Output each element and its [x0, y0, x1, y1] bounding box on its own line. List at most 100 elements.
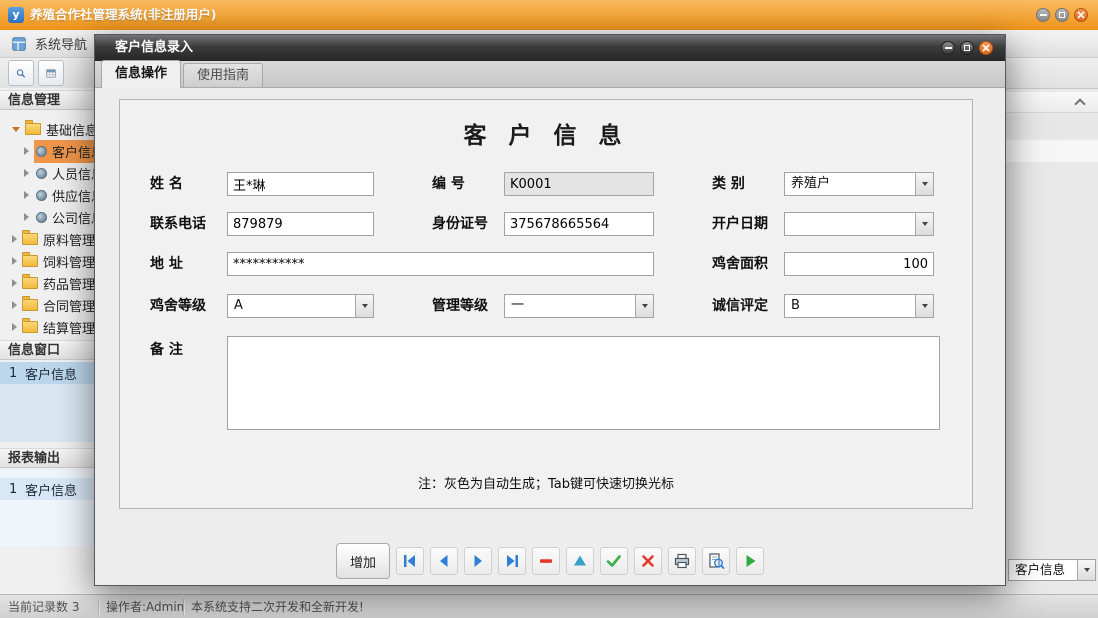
content-row-stripe [1006, 164, 1098, 186]
app-titlebar[interactable]: y 养殖合作社管理系统(非注册用户) [0, 0, 1098, 30]
close-icon [982, 44, 990, 52]
first-record-button[interactable] [396, 547, 424, 575]
search-button[interactable] [8, 60, 34, 86]
system-nav-label: 系统导航 [35, 34, 87, 53]
chevron-right-icon [24, 191, 29, 199]
run-icon [740, 551, 760, 571]
customer-form-panel: 客 户 信 息 姓 名 编 号 类 别 养殖户 联系电话 身份证号 开户日期 地… [119, 99, 973, 509]
next-record-icon [468, 551, 488, 571]
name-label: 姓 名 [150, 172, 183, 196]
minimize-icon [945, 47, 952, 49]
close-icon [1077, 11, 1085, 19]
gear-icon [36, 190, 47, 201]
content-row-stripe [1006, 116, 1098, 138]
chevron-right-icon [24, 213, 29, 221]
tab-info-operation[interactable]: 信息操作 [101, 60, 181, 88]
chevron-down-icon [922, 182, 928, 186]
remark-textarea[interactable] [227, 336, 940, 430]
dropdown-button[interactable] [915, 295, 933, 317]
dialog-maximize-button[interactable] [960, 41, 974, 55]
tree-item-label: 结算管理 [43, 318, 95, 337]
dropdown-button[interactable] [915, 213, 933, 235]
mgmt-grade-value: 一 [505, 295, 635, 317]
dropdown-button[interactable] [1077, 560, 1095, 580]
maximize-icon [1059, 12, 1065, 18]
edit-record-button[interactable] [566, 547, 594, 575]
idno-label: 身份证号 [432, 212, 488, 236]
dropdown-button[interactable] [355, 295, 373, 317]
tree-item-label: 基础信息 [46, 120, 98, 139]
chevron-down-icon [922, 222, 928, 226]
system-nav-button[interactable]: 系统导航 [10, 34, 87, 53]
coop-grade-select[interactable]: A [227, 294, 374, 318]
collapse-panel-button[interactable] [1072, 94, 1088, 110]
dialog-tabbar: 信息操作 使用指南 [95, 61, 1005, 88]
dialog-close-button[interactable] [979, 41, 993, 55]
preview-icon [706, 551, 726, 571]
maximize-button[interactable] [1055, 8, 1069, 22]
chevron-right-icon [24, 169, 29, 177]
printer-icon [672, 551, 692, 571]
category-label: 类 别 [712, 172, 745, 196]
close-button[interactable] [1074, 8, 1088, 22]
search-icon [15, 64, 27, 83]
credit-rating-value: B [785, 295, 915, 317]
status-operator: 操作者:Admin [106, 595, 184, 618]
confirm-button[interactable] [600, 547, 628, 575]
app-title: 养殖合作社管理系统(非注册用户) [30, 0, 216, 30]
folder-icon [22, 233, 38, 245]
chevron-right-icon [12, 301, 17, 309]
address-label: 地 址 [150, 252, 183, 276]
category-select[interactable]: 养殖户 [784, 172, 934, 196]
record-type-select[interactable]: 客户信息 [1008, 559, 1096, 581]
idno-input[interactable] [504, 212, 654, 236]
tab-user-guide[interactable]: 使用指南 [183, 63, 263, 87]
folder-icon [22, 299, 38, 311]
gear-icon [36, 146, 47, 157]
chevron-right-icon [12, 235, 17, 243]
form-title: 客 户 信 息 [120, 116, 972, 150]
last-record-icon [502, 551, 522, 571]
prev-record-icon [434, 551, 454, 571]
print-preview-button[interactable] [702, 547, 730, 575]
dropdown-button[interactable] [915, 173, 933, 195]
chevron-up-icon [1074, 98, 1085, 109]
open-date-select[interactable] [784, 212, 934, 236]
cancel-button[interactable] [634, 547, 662, 575]
tree-item-label: 合同管理 [43, 296, 95, 315]
category-value: 养殖户 [785, 173, 915, 195]
coop-area-input[interactable] [784, 252, 934, 276]
address-input[interactable] [227, 252, 654, 276]
chevron-right-icon [24, 147, 29, 155]
add-record-button[interactable]: 增加 [336, 543, 390, 579]
chevron-down-icon [1084, 568, 1090, 572]
minimize-button[interactable] [1036, 8, 1050, 22]
record-type-value: 客户信息 [1009, 560, 1077, 580]
prev-record-button[interactable] [430, 547, 458, 575]
name-input[interactable] [227, 172, 374, 196]
last-record-button[interactable] [498, 547, 526, 575]
dialog-titlebar[interactable]: 客户信息录入 [95, 35, 1005, 61]
delete-record-button[interactable] [532, 547, 560, 575]
status-separator [98, 599, 100, 615]
status-message: 本系统支持二次开发和全新开发! [191, 595, 364, 618]
window-controls [1036, 8, 1088, 22]
gear-icon [36, 168, 47, 179]
chevron-right-icon [12, 257, 17, 265]
minus-icon [536, 551, 556, 571]
record-toolbar: 增加 [336, 543, 764, 579]
dropdown-button[interactable] [635, 295, 653, 317]
next-record-button[interactable] [464, 547, 492, 575]
list-item-number: 1 [9, 482, 25, 497]
run-button[interactable] [736, 547, 764, 575]
code-input [504, 172, 654, 196]
credit-rating-select[interactable]: B [784, 294, 934, 318]
check-icon [604, 551, 624, 571]
form-note: 注：灰色为自动生成；Tab键可快速切换光标 [120, 473, 972, 492]
dialog-minimize-button[interactable] [941, 41, 955, 55]
phone-input[interactable] [227, 212, 374, 236]
mgmt-grade-select[interactable]: 一 [504, 294, 654, 318]
list-item-label: 客户信息 [25, 480, 77, 499]
print-button[interactable] [668, 547, 696, 575]
table-view-button[interactable] [38, 60, 64, 86]
